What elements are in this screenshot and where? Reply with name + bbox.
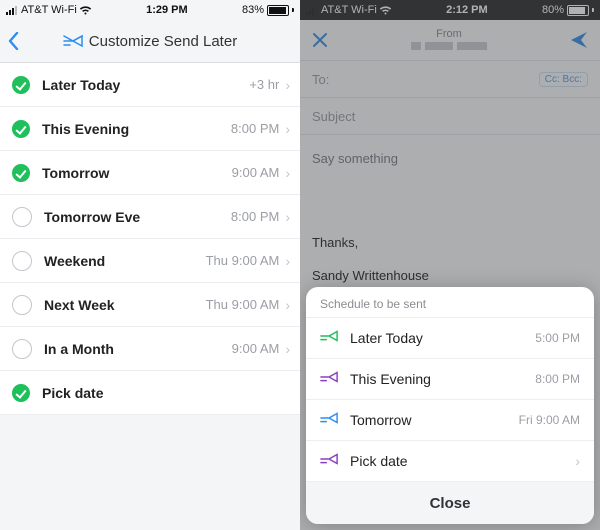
checkmark-icon bbox=[12, 384, 30, 402]
schedule-pick-date[interactable]: Pick date › bbox=[306, 440, 594, 481]
option-weekend[interactable]: Weekend Thu 9:00 AM › bbox=[0, 239, 300, 283]
circle-icon bbox=[12, 295, 32, 315]
circle-icon bbox=[12, 339, 32, 359]
options-list: Later Today +3 hr › This Evening 8:00 PM… bbox=[0, 63, 300, 415]
phone-left: AT&T Wi-Fi 1:29 PM 83% Customize Send La… bbox=[0, 0, 300, 530]
send-later-icon bbox=[320, 370, 338, 388]
phone-right: AT&T Wi-Fi 2:12 PM 80% From bbox=[300, 0, 600, 530]
nav-bar: Customize Send Later bbox=[0, 20, 300, 63]
circle-icon bbox=[12, 251, 32, 271]
chevron-right-icon: › bbox=[285, 341, 290, 357]
chevron-right-icon: › bbox=[285, 209, 290, 225]
chevron-right-icon: › bbox=[285, 297, 290, 313]
chevron-right-icon: › bbox=[575, 453, 580, 469]
signal-icon bbox=[6, 6, 17, 15]
schedule-this-evening[interactable]: This Evening 8:00 PM bbox=[306, 358, 594, 399]
send-later-icon bbox=[320, 329, 338, 347]
option-in-a-month[interactable]: In a Month 9:00 AM › bbox=[0, 327, 300, 371]
option-pick-date[interactable]: Pick date › bbox=[0, 371, 300, 415]
close-sheet-button[interactable]: Close bbox=[306, 481, 594, 524]
checkmark-icon bbox=[12, 164, 30, 182]
wifi-icon bbox=[79, 6, 92, 15]
send-later-icon bbox=[320, 452, 338, 470]
back-button[interactable] bbox=[8, 32, 20, 50]
send-later-icon bbox=[63, 34, 83, 48]
option-this-evening[interactable]: This Evening 8:00 PM › bbox=[0, 107, 300, 151]
chevron-right-icon: › bbox=[285, 253, 290, 269]
send-later-icon bbox=[320, 411, 338, 429]
chevron-right-icon: › bbox=[285, 77, 290, 93]
sheet-header: Schedule to be sent bbox=[306, 287, 594, 317]
status-time: 1:29 PM bbox=[92, 4, 242, 16]
option-later-today[interactable]: Later Today +3 hr › bbox=[0, 63, 300, 107]
schedule-later-today[interactable]: Later Today 5:00 PM bbox=[306, 317, 594, 358]
chevron-right-icon: › bbox=[285, 165, 290, 181]
checkmark-icon bbox=[12, 76, 30, 94]
schedule-sheet: Schedule to be sent Later Today 5:00 PM … bbox=[306, 287, 594, 524]
option-tomorrow[interactable]: Tomorrow 9:00 AM › bbox=[0, 151, 300, 195]
option-tomorrow-eve[interactable]: Tomorrow Eve 8:00 PM › bbox=[0, 195, 300, 239]
checkmark-icon bbox=[12, 120, 30, 138]
battery-indicator: 83% bbox=[242, 4, 294, 16]
option-next-week[interactable]: Next Week Thu 9:00 AM › bbox=[0, 283, 300, 327]
chevron-right-icon: › bbox=[285, 121, 290, 137]
schedule-tomorrow[interactable]: Tomorrow Fri 9:00 AM bbox=[306, 399, 594, 440]
status-bar: AT&T Wi-Fi 1:29 PM 83% bbox=[0, 0, 300, 20]
carrier-label: AT&T Wi-Fi bbox=[21, 4, 77, 16]
circle-icon bbox=[12, 207, 32, 227]
page-title: Customize Send Later bbox=[63, 33, 237, 50]
